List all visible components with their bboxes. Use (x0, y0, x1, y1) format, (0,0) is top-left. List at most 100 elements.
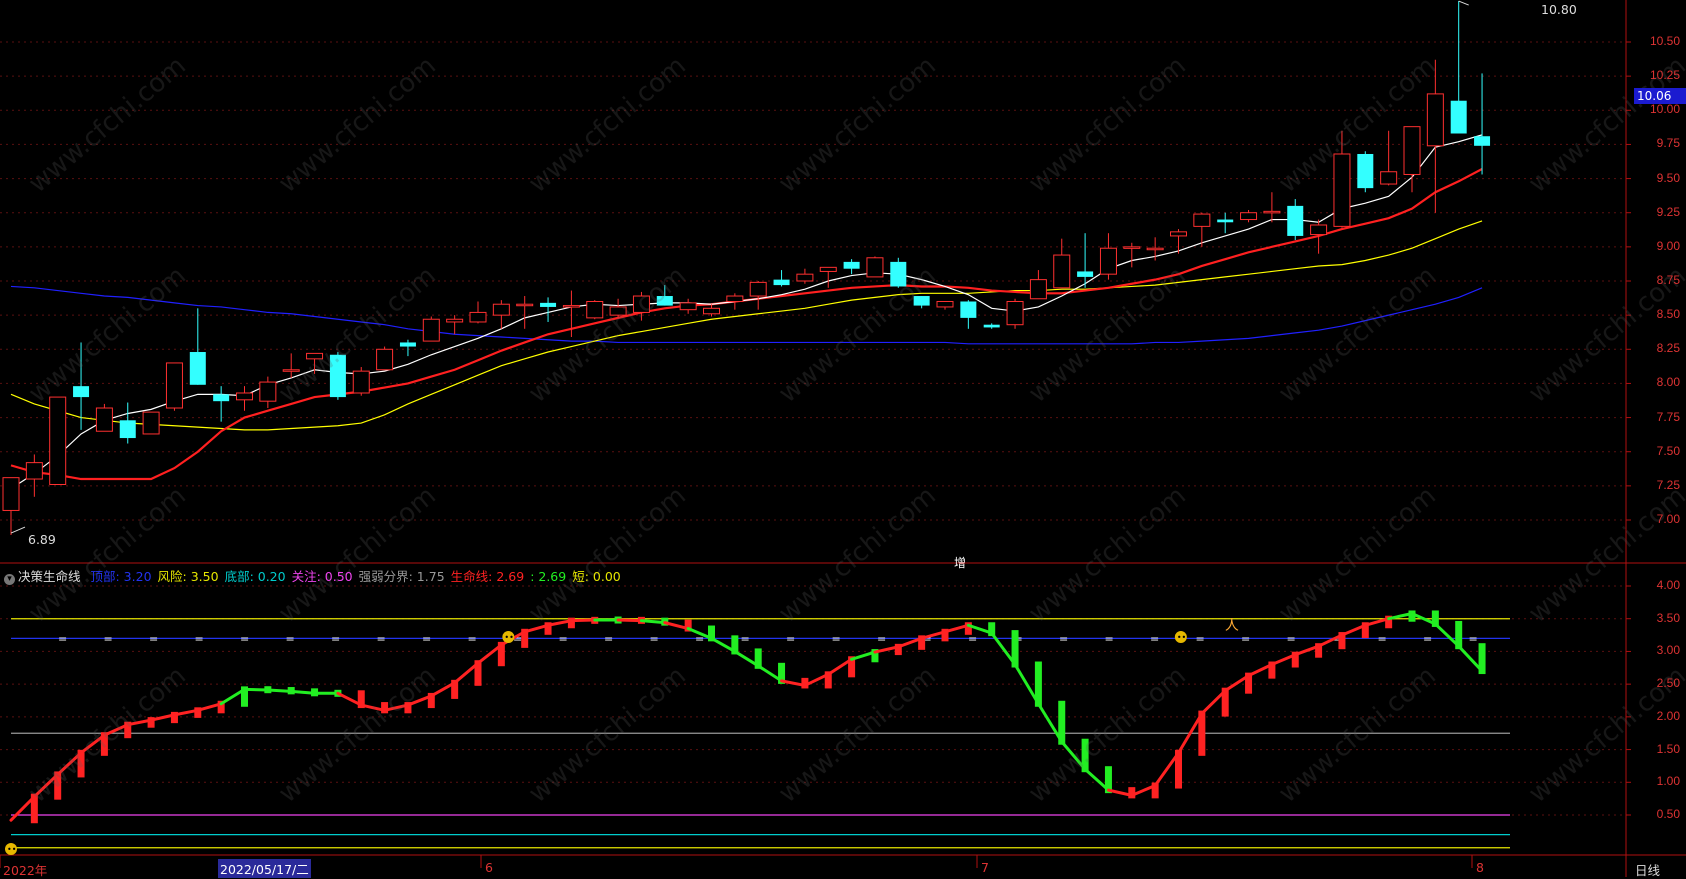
life-line-segment (896, 636, 924, 649)
top-line-marker: = (149, 632, 158, 645)
life-line-segment (826, 657, 854, 676)
candle-body-up (1146, 247, 1164, 251)
candle-body-up (142, 411, 160, 435)
life-line-segment (219, 687, 246, 706)
month-label-6: 6 (485, 860, 493, 875)
zeng-marker: 增 (954, 556, 967, 570)
candle-body-up (49, 396, 67, 485)
indicator-tick-label: 2.50 (1656, 676, 1680, 691)
legend-item: 风险: 3.50 (157, 569, 219, 584)
life-line-segment (149, 713, 176, 722)
life-line-segment (289, 689, 317, 695)
indicator-tick-label: 3.00 (1656, 643, 1680, 658)
candle-body-up (562, 305, 580, 308)
price-tick-label: 10.25 (1649, 68, 1680, 83)
life-line-segment (616, 618, 643, 623)
runner-icon: 人 (1225, 618, 1239, 634)
price-tick-label: 9.25 (1656, 204, 1680, 219)
candle-body-up (1310, 224, 1328, 236)
candle-body-up (2, 477, 20, 511)
candle-body-up (376, 348, 394, 371)
cursor-date: 2022/05/17/二 (218, 859, 311, 878)
price-tick-label: 7.00 (1656, 512, 1680, 526)
candle-body-up (819, 266, 837, 272)
top-line-marker: = (1423, 632, 1432, 645)
indicator-tick-label: 2.00 (1656, 708, 1680, 723)
life-line-segment (943, 623, 970, 634)
life-line-segment (569, 618, 597, 623)
high-marker-arrow (1458, 0, 1469, 6)
candle-body-up (1170, 231, 1187, 237)
life-line-segment (453, 661, 480, 685)
life-line-segment (1083, 767, 1110, 792)
indicator-name[interactable]: 决策生命线 (18, 569, 81, 584)
candle-body-up (586, 300, 604, 319)
top-line-marker: = (1150, 632, 1159, 645)
top-line-marker: = (1378, 632, 1387, 645)
candle-body-up (1006, 300, 1024, 326)
candle-body-down (843, 261, 860, 269)
life-line-segment (266, 688, 293, 693)
top-line-marker: = (1059, 632, 1068, 645)
indicator-tick-label: 1.50 (1656, 741, 1680, 756)
top-line-marker: = (1241, 632, 1250, 645)
candle-body-up (25, 462, 43, 480)
indicator-tick-label: 3.50 (1656, 610, 1680, 625)
price-tick-label: 10.00 (1649, 102, 1680, 117)
life-line-segment (336, 691, 363, 707)
life-line-segment (639, 619, 667, 625)
price-tick-label: 7.50 (1656, 443, 1680, 458)
top-line-marker: = (286, 632, 295, 645)
life-line-segment (476, 643, 503, 665)
top-line-marker: = (650, 632, 659, 645)
candle-body-up (1193, 213, 1211, 227)
top-line-marker: = (58, 632, 67, 645)
candle-body-down (1077, 271, 1094, 277)
period-label[interactable]: 日线 (1635, 860, 1660, 879)
life-line-segment (1036, 702, 1064, 744)
top-line-marker: = (468, 632, 477, 645)
candle-body-up (936, 300, 954, 308)
top-line-marker: = (1469, 632, 1478, 645)
candle-body-up (1029, 279, 1047, 300)
high-price-label: 10.80 (1541, 2, 1577, 17)
candle-body-down (73, 386, 90, 398)
candle-body-up (1380, 171, 1398, 185)
ma5-line (10, 134, 1483, 490)
month-label-8: 8 (1476, 860, 1484, 875)
candle-body-up (469, 311, 487, 323)
top-line-marker: = (604, 632, 613, 645)
life-line-segment (1013, 663, 1040, 706)
indicator-tick-label: 0.50 (1656, 807, 1680, 821)
candle-body-up (1263, 210, 1281, 214)
candle-body-up (866, 257, 884, 278)
life-line-segment (1293, 644, 1321, 657)
candle-body-up (1099, 247, 1117, 275)
life-line-segment (196, 702, 223, 712)
life-line-segment (1457, 644, 1484, 673)
life-line-segment (710, 636, 737, 653)
candle-body-up (1403, 126, 1421, 175)
collapse-icon[interactable]: ▾ (4, 574, 15, 585)
top-line-marker: = (877, 632, 886, 645)
candle-body-down (1217, 219, 1234, 223)
indicator-legend: ▾ 决策生命线 顶部: 3.20 风险: 3.50 底部: 0.20 关注: 0.50 强… (4, 566, 627, 585)
ma10-line (10, 168, 1483, 481)
legend-item: 短: 0.00 (572, 569, 621, 584)
candle-body-up (749, 281, 767, 297)
price-tick-label: 8.25 (1656, 341, 1680, 356)
candle-body-up (796, 273, 814, 282)
low-price-label: 6.89 (28, 532, 56, 547)
candle-body-up (1333, 153, 1351, 227)
legend-item: 顶部: 3.20 (90, 569, 152, 584)
life-line-segment (780, 679, 807, 687)
indicator-tick-label: 1.00 (1656, 774, 1680, 789)
price-tick-label: 8.50 (1656, 307, 1680, 322)
candle-body-up (236, 392, 253, 401)
candle-body-down (189, 352, 206, 385)
candle-body-up (95, 407, 113, 432)
sad-face-icon-eyes: •• (1177, 633, 1186, 642)
top-line-marker: = (786, 632, 795, 645)
candle-body-up (492, 303, 510, 316)
life-line-segment (1247, 663, 1274, 678)
